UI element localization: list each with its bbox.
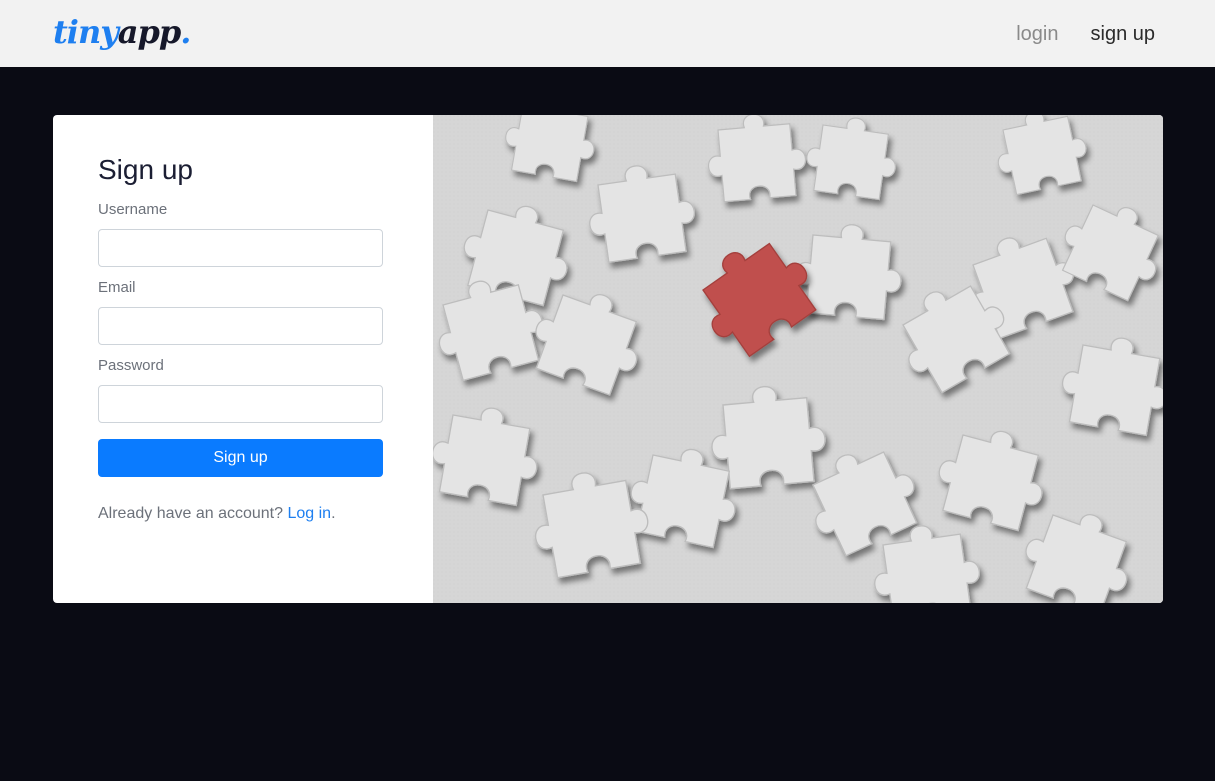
login-hint-end: . bbox=[331, 505, 336, 522]
email-input[interactable] bbox=[98, 307, 383, 345]
brand-app-text: app bbox=[117, 13, 181, 51]
brand-logo[interactable]: tinyapp. bbox=[53, 8, 191, 56]
brand-dot-text: . bbox=[180, 13, 191, 51]
puzzle-image bbox=[433, 115, 1163, 603]
login-link[interactable]: Log in bbox=[287, 505, 331, 522]
navbar: tinyapp. login sign up bbox=[0, 0, 1215, 67]
puzzle-pieces-illustration bbox=[433, 115, 1163, 603]
username-label: Username bbox=[98, 201, 168, 218]
signup-submit-button[interactable]: Sign up bbox=[98, 439, 383, 477]
nav-login-link[interactable]: login bbox=[1016, 19, 1058, 49]
password-input[interactable] bbox=[98, 385, 383, 423]
brand-tiny-text: tiny bbox=[53, 13, 119, 51]
signup-card: Sign up Username Email Password Sign up … bbox=[53, 115, 1163, 603]
login-hint-text: Already have an account? bbox=[98, 505, 288, 522]
password-label: Password bbox=[98, 357, 164, 374]
username-input[interactable] bbox=[98, 229, 383, 267]
signup-form: Sign up Username Email Password Sign up … bbox=[53, 115, 433, 603]
email-label: Email bbox=[98, 279, 136, 296]
nav-signup-link[interactable]: sign up bbox=[1091, 19, 1156, 49]
form-title: Sign up bbox=[98, 154, 193, 185]
nav-links: login sign up bbox=[1016, 19, 1155, 49]
login-hint: Already have an account? Log in. bbox=[98, 504, 336, 524]
